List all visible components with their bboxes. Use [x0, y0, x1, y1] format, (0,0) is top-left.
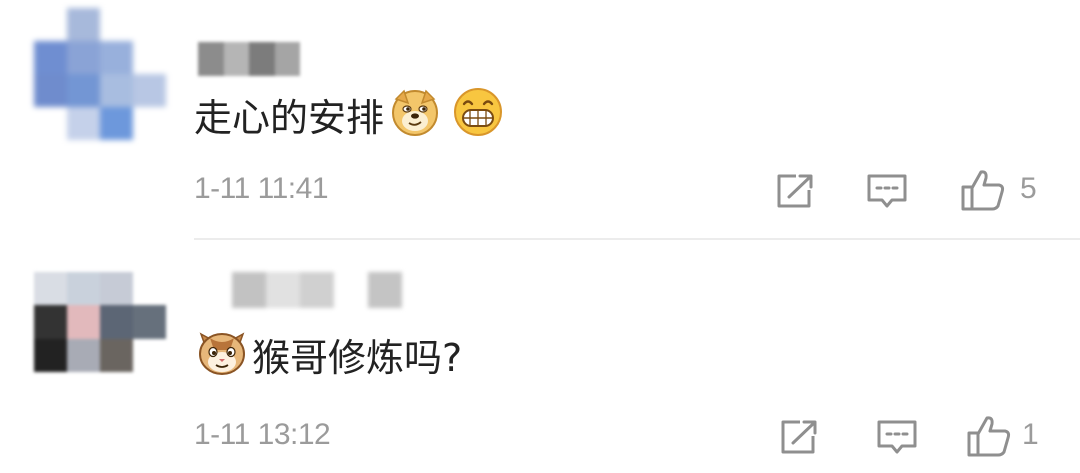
avatar-mosaic-cell	[67, 41, 100, 74]
like-icon	[967, 416, 1011, 457]
avatar-mosaic-cell	[34, 338, 67, 372]
username-mosaic-cell	[300, 272, 334, 308]
avatar-mosaic-cell	[133, 305, 166, 339]
avatar-mosaic-cell	[133, 272, 166, 306]
username-mosaic-cell	[334, 272, 368, 308]
comment-list: 走心的安排 1-11 11:41 5 猴哥修炼吗? 1-11 13:12 1	[0, 0, 1080, 473]
username-mosaic-cell	[232, 272, 266, 308]
username-blurred[interactable]	[198, 42, 300, 76]
avatar[interactable]	[34, 272, 166, 372]
username-mosaic-cell	[368, 272, 402, 308]
avatar-mosaic-cell	[34, 41, 67, 74]
reply-button[interactable]	[866, 173, 908, 216]
divider	[194, 238, 1080, 240]
share-icon	[777, 174, 813, 208]
avatar-mosaic-cell	[100, 74, 133, 107]
avatar-mosaic-cell	[34, 107, 67, 140]
username-mosaic-cell	[249, 42, 275, 76]
like-icon	[961, 170, 1005, 211]
reply-icon	[867, 174, 907, 208]
like-count: 1	[1022, 418, 1039, 451]
like-button[interactable]	[960, 168, 1006, 217]
avatar-mosaic-cell	[100, 272, 133, 306]
avatar-mosaic-cell	[67, 74, 100, 107]
username-mosaic-cell	[198, 42, 224, 76]
avatar-mosaic-cell	[100, 338, 133, 372]
username-mosaic-cell	[223, 42, 249, 76]
comment-text: 走心的安排	[194, 95, 385, 140]
share-button[interactable]	[776, 173, 814, 214]
avatar-mosaic-cell	[67, 8, 100, 41]
avatar-mosaic-cell	[133, 107, 166, 140]
avatar-mosaic-cell	[133, 338, 166, 372]
reply-icon	[877, 420, 917, 454]
like-count: 5	[1020, 172, 1037, 205]
avatar-mosaic-cell	[133, 74, 166, 107]
comment-timestamp: 1-11 13:12	[194, 418, 331, 451]
avatar-mosaic-cell	[100, 305, 133, 339]
avatar-mosaic-cell	[100, 8, 133, 41]
avatar-mosaic-cell	[133, 41, 166, 74]
share-icon	[781, 420, 817, 454]
avatar-mosaic-cell	[34, 305, 67, 339]
comment-body: 走心的安排	[194, 86, 504, 143]
avatar-mosaic-cell	[34, 74, 67, 107]
comment-body: 猴哥修炼吗?	[196, 326, 462, 382]
avatar-mosaic-cell	[100, 41, 133, 74]
avatar-mosaic-cell	[34, 8, 67, 41]
username-blurred[interactable]	[232, 272, 402, 308]
avatar-mosaic-cell	[34, 272, 67, 306]
comment-timestamp: 1-11 11:41	[194, 172, 329, 205]
avatar-mosaic-cell	[67, 107, 100, 140]
reply-button[interactable]	[876, 419, 918, 462]
share-button[interactable]	[780, 419, 818, 460]
avatar-mosaic-cell	[67, 305, 100, 339]
avatar-mosaic-cell	[67, 338, 100, 372]
username-mosaic-cell	[274, 42, 300, 76]
avatar-mosaic-cell	[67, 272, 100, 306]
avatar-mosaic-cell	[133, 8, 166, 41]
username-mosaic-cell	[266, 272, 300, 308]
cat-emoji-icon	[196, 326, 248, 383]
grin-emoji-icon	[452, 86, 504, 143]
avatar-mosaic-cell	[100, 107, 133, 140]
avatar[interactable]	[34, 8, 166, 140]
comment-text: 猴哥修炼吗?	[252, 335, 463, 380]
doge-emoji-icon	[390, 87, 440, 142]
like-button[interactable]	[966, 414, 1012, 463]
